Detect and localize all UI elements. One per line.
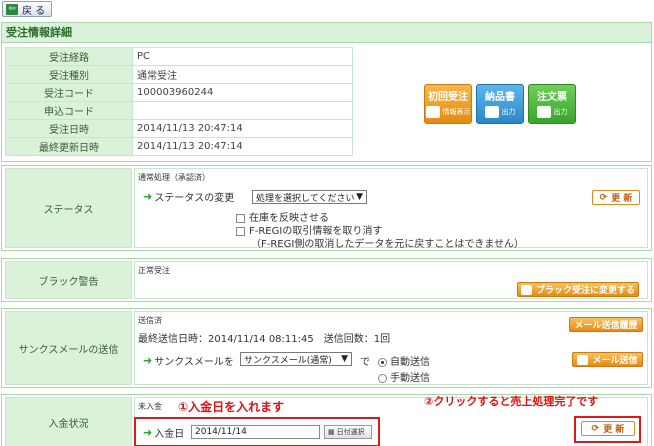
back-button[interactable]: ⇦ 戻 る [2, 1, 52, 17]
blacklist-content: 正常受注 ブラック受注に変更する [134, 261, 648, 299]
row-label: 最終更新日時 [5, 137, 133, 156]
first-order-info-button[interactable]: 初回受注 情報表示 [424, 84, 472, 124]
manual-send-radio[interactable] [378, 373, 387, 383]
mail-suffix: で [360, 357, 370, 368]
annotation-click-update: ②クリックすると売上処理完了です [424, 395, 599, 408]
refresh-icon: ⟳ [591, 423, 600, 434]
payment-update-label: 更 新 [603, 425, 625, 435]
thanks-mail-status: 送信済 [138, 316, 162, 325]
document-icon [425, 106, 440, 118]
row-label: 受注日時 [5, 119, 133, 138]
row-value: 通常受注 [132, 65, 353, 84]
first-order-label: 初回受注 [428, 92, 468, 103]
blacklist-status: 正常受注 [138, 266, 170, 275]
arrow-right-icon: ➜ [143, 354, 153, 367]
payment-section: 入金状況 未入金 ①入金日を入れます ②クリックすると売上処理完了です ➜ 入金… [1, 394, 652, 446]
arrow-right-icon: ➜ [143, 426, 153, 439]
mail-send-row: ➜ サンクスメールを [143, 353, 234, 368]
table-row: 受注種別 通常受注 [5, 65, 353, 84]
mail-template-select[interactable]: サンクスメール(通常) ▼ [240, 352, 352, 366]
status-note: 通常処理（承認済） [138, 173, 210, 182]
status-select[interactable]: 処理を選択してください ▼ [252, 190, 367, 204]
calendar-icon: ▦ [328, 428, 335, 436]
annotation-enter-date: ①入金日を入れます [178, 400, 285, 414]
send-mail-button[interactable]: メール送信 [572, 352, 643, 367]
fregi-checkbox[interactable] [236, 226, 245, 236]
status-update-button[interactable]: ⟳ 更 新 [592, 190, 640, 205]
row-value: 2014/11/13 20:47:14 [132, 137, 353, 156]
table-row: 最終更新日時 2014/11/13 20:47:14 [5, 137, 353, 156]
chevron-down-icon: ▼ [341, 354, 348, 364]
order-slip-sub: 出力 [553, 108, 568, 116]
thanks-mail-section: サンクスメールの送信 送信済 最終送信日時：2014/11/14 08:11:4… [1, 308, 652, 388]
table-row: 受注経路 PC [5, 47, 353, 66]
mail-history-button[interactable]: メール送信履歴 [569, 317, 643, 332]
status-change-label: ステータスの変更 [154, 193, 235, 204]
auto-send-radio-row[interactable]: 自動送信 [378, 353, 430, 368]
blacklist-change-label: ブラック受注に変更する [535, 286, 635, 296]
date-picker-label: 日付選択 [336, 428, 365, 436]
fregi-note: （F-REGI側の取消したデータを元に戻すことはできません） [251, 239, 525, 250]
top-toolbar: ⇦ 戻 る [0, 0, 654, 20]
thanks-mail-label: サンクスメールの送信 [5, 311, 132, 385]
row-value: PC [132, 47, 353, 66]
table-row: 受注コード 100003960244 [5, 83, 353, 102]
manual-send-radio-row[interactable]: 手動送信 [378, 369, 430, 384]
mail-history-label: メール送信履歴 [574, 321, 638, 331]
thanks-mail-content: 送信済 最終送信日時：2014/11/14 08:11:45 送信回数：1回 メ… [134, 311, 648, 385]
auto-send-label: 自動送信 [390, 357, 430, 368]
order-info-title: 受注情報詳細 [2, 23, 651, 43]
payment-date-row: ➜ 入金日 [143, 425, 184, 440]
blacklist-change-button[interactable]: ブラック受注に変更する [517, 282, 639, 297]
status-change-row: ➜ ステータスの変更 [143, 189, 234, 204]
mail-template-value: サンクスメール(通常) [244, 355, 332, 366]
mail-icon [577, 354, 589, 365]
status-select-value: 処理を選択してください [256, 193, 355, 204]
order-info-section: 受注情報詳細 受注経路 PC 受注種別 通常受注 受注コード 100003960… [1, 22, 652, 162]
payment-label: 入金状況 [5, 397, 132, 446]
manual-send-label: 手動送信 [390, 373, 430, 384]
table-row: 申込コード [5, 101, 353, 120]
delivery-note-label: 納品書 [485, 92, 515, 103]
flag-icon [520, 284, 532, 295]
payment-date-input[interactable]: 2014/11/14 [191, 425, 320, 439]
arrow-right-icon: ➜ [143, 190, 153, 203]
last-sent-info: 最終送信日時：2014/11/14 08:11:45 送信回数：1回 [138, 334, 391, 345]
row-label: 受注コード [5, 83, 133, 102]
row-label: 受注種別 [5, 65, 133, 84]
payment-date-label: 入金日 [154, 429, 185, 440]
printer-icon [484, 106, 499, 118]
delivery-note-button[interactable]: 納品書 出力 [476, 84, 524, 124]
date-picker-button[interactable]: ▦ 日付選択 [324, 425, 372, 439]
back-arrow-icon: ⇦ [6, 3, 18, 15]
printer-icon [536, 106, 551, 118]
send-mail-label: メール送信 [592, 356, 638, 366]
chevron-down-icon: ▼ [356, 192, 363, 202]
blacklist-section: ブラック警告 正常受注 ブラック受注に変更する [1, 258, 652, 302]
status-label: ステータス [5, 168, 132, 248]
refresh-icon: ⟳ [599, 192, 608, 203]
order-slip-label: 注文票 [537, 92, 567, 103]
row-value [132, 101, 353, 120]
order-slip-button[interactable]: 注文票 出力 [528, 84, 576, 124]
status-content: 通常処理（承認済） ➜ ステータスの変更 処理を選択してください ▼ ⟳ 更 新… [134, 168, 648, 250]
status-section: ステータス 通常処理（承認済） ➜ ステータスの変更 処理を選択してください ▼… [1, 165, 652, 251]
back-button-label: 戻 る [22, 5, 46, 17]
payment-content: 未入金 ①入金日を入れます ②クリックすると売上処理完了です ➜ 入金日 201… [134, 395, 648, 446]
payment-status: 未入金 [138, 402, 162, 411]
order-info-table: 受注経路 PC 受注種別 通常受注 受注コード 100003960244 申込コ… [5, 47, 353, 156]
mail-prefix: サンクスメールを [154, 357, 234, 368]
first-order-sub: 情報表示 [442, 108, 471, 116]
table-row: 受注日時 2014/11/13 20:47:14 [5, 119, 353, 138]
row-value: 2014/11/13 20:47:14 [132, 119, 353, 138]
payment-update-button[interactable]: ⟳ 更 新 [581, 421, 635, 436]
blacklist-label: ブラック警告 [5, 261, 132, 299]
auto-send-radio[interactable] [378, 357, 387, 367]
delivery-note-sub: 出力 [501, 108, 516, 116]
status-update-label: 更 新 [611, 194, 633, 204]
row-value: 100003960244 [132, 83, 353, 102]
row-label: 申込コード [5, 101, 133, 120]
row-label: 受注経路 [5, 47, 133, 66]
